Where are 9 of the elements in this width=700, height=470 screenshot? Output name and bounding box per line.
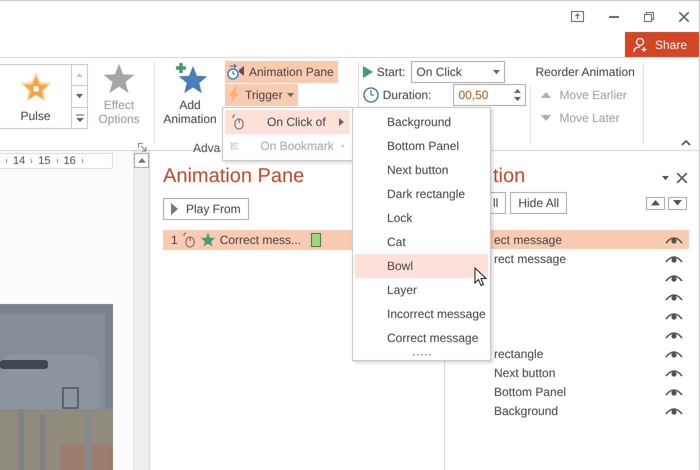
pane-title: Animation Pane [163, 165, 304, 189]
item-number: 1 [171, 233, 178, 247]
duration-label: Duration: [382, 88, 432, 102]
start-label: Start: [376, 65, 406, 79]
group-title: Reorder Animation [535, 65, 635, 79]
ruler: 14 15 16 [0, 153, 113, 169]
pane-title: tion [493, 165, 526, 189]
group-label: Adva [193, 141, 220, 155]
item-label: Correct mess... [220, 233, 302, 247]
